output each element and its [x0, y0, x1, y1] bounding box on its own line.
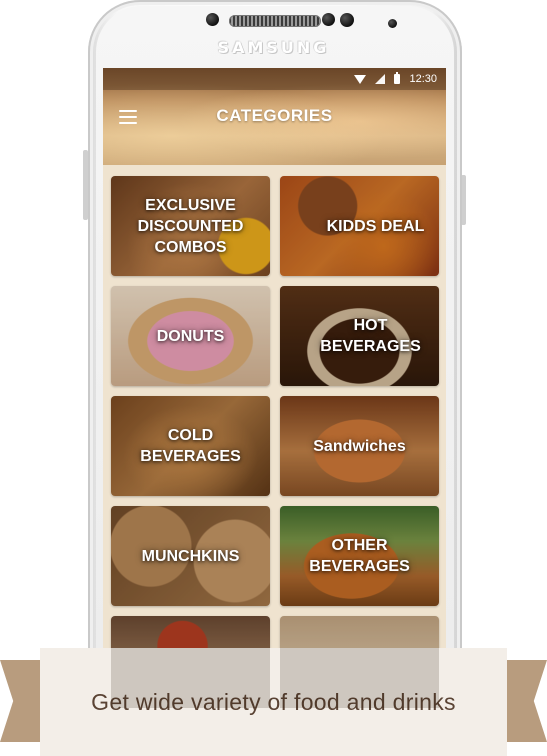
earpiece-speaker	[229, 15, 321, 27]
app-screen: 12:30 CATEGORIES EXCLUSIVE DISCOUNTED CO…	[103, 68, 446, 708]
device-brand: SAMSUNG	[217, 38, 330, 57]
category-label: EXCLUSIVE DISCOUNTED COMBOS	[137, 196, 244, 256]
category-label: Sandwiches	[313, 437, 406, 455]
category-tile-hot-beverages[interactable]: HOT BEVERAGES	[280, 286, 439, 386]
category-tile-donuts[interactable]: DONUTS	[111, 286, 270, 386]
category-grid: EXCLUSIVE DISCOUNTED COMBOS KIDDS DEAL D…	[111, 176, 439, 708]
sensor-icon	[206, 13, 219, 26]
signal-icon	[375, 74, 386, 84]
category-tile[interactable]	[280, 616, 439, 708]
category-label: DONUTS	[156, 327, 225, 345]
category-label: KIDDS DEAL	[326, 217, 425, 235]
status-time: 12:30	[409, 73, 437, 85]
category-label: OTHER BEVERAGES	[309, 537, 410, 575]
category-tile[interactable]	[111, 616, 270, 708]
category-tile-other-beverages[interactable]: OTHER BEVERAGES	[280, 506, 439, 606]
category-label: COLD BEVERAGES	[140, 427, 241, 465]
category-tile-exclusive-discounted-combos[interactable]: EXCLUSIVE DISCOUNTED COMBOS	[111, 176, 270, 276]
category-label: HOT BEVERAGES	[320, 317, 421, 355]
status-bar: 12:30	[103, 68, 446, 90]
category-tile-cold-beverages[interactable]: COLD BEVERAGES	[111, 396, 270, 496]
battery-icon	[394, 72, 401, 84]
page-title: CATEGORIES	[216, 106, 333, 125]
front-camera-icon	[388, 19, 397, 28]
category-label: MUNCHKINS	[141, 547, 240, 565]
sensor-icon	[340, 13, 354, 27]
sensor-icon	[322, 13, 335, 26]
app-header: 12:30 CATEGORIES	[103, 68, 446, 165]
category-tile-sandwiches[interactable]: Sandwiches	[280, 396, 439, 496]
category-tile-munchkins[interactable]: MUNCHKINS	[111, 506, 270, 606]
category-tile-kidds-deal[interactable]: KIDDS DEAL	[280, 176, 439, 276]
wifi-icon	[354, 74, 367, 84]
